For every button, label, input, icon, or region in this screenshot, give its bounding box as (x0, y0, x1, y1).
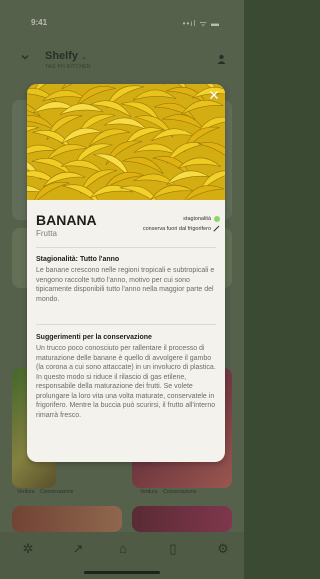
seasonality-label: stagionalità (183, 216, 211, 222)
storage-tips-text: Un trucco poco conosciuto per rallentare… (36, 345, 216, 419)
bananas-picture (27, 84, 225, 200)
banana-image (27, 84, 225, 200)
product-category: Frutta (36, 229, 57, 238)
storage-label: conserva fuori dal frigorifero (142, 226, 211, 232)
seasonality-dot-icon (214, 216, 220, 222)
close-icon[interactable] (209, 90, 219, 100)
product-name: BANANA (36, 212, 97, 228)
divider (36, 247, 216, 248)
storage-tips-title: Suggerimenti per la conservazione (36, 334, 152, 341)
pencil-icon (213, 225, 220, 232)
divider (36, 324, 216, 325)
app-screen: 9:41 ••ıl ᯤ ▬ Shelfy ⌄ TAG PH KITCHEN Ve… (0, 0, 244, 579)
seasonality-title: Stagionalità: Tutto l'anno (36, 256, 120, 263)
product-detail-modal: BANANA Frutta stagionalità conserva fuor… (27, 84, 225, 462)
seasonality-text: Le banane crescono nelle regioni tropica… (36, 267, 215, 303)
